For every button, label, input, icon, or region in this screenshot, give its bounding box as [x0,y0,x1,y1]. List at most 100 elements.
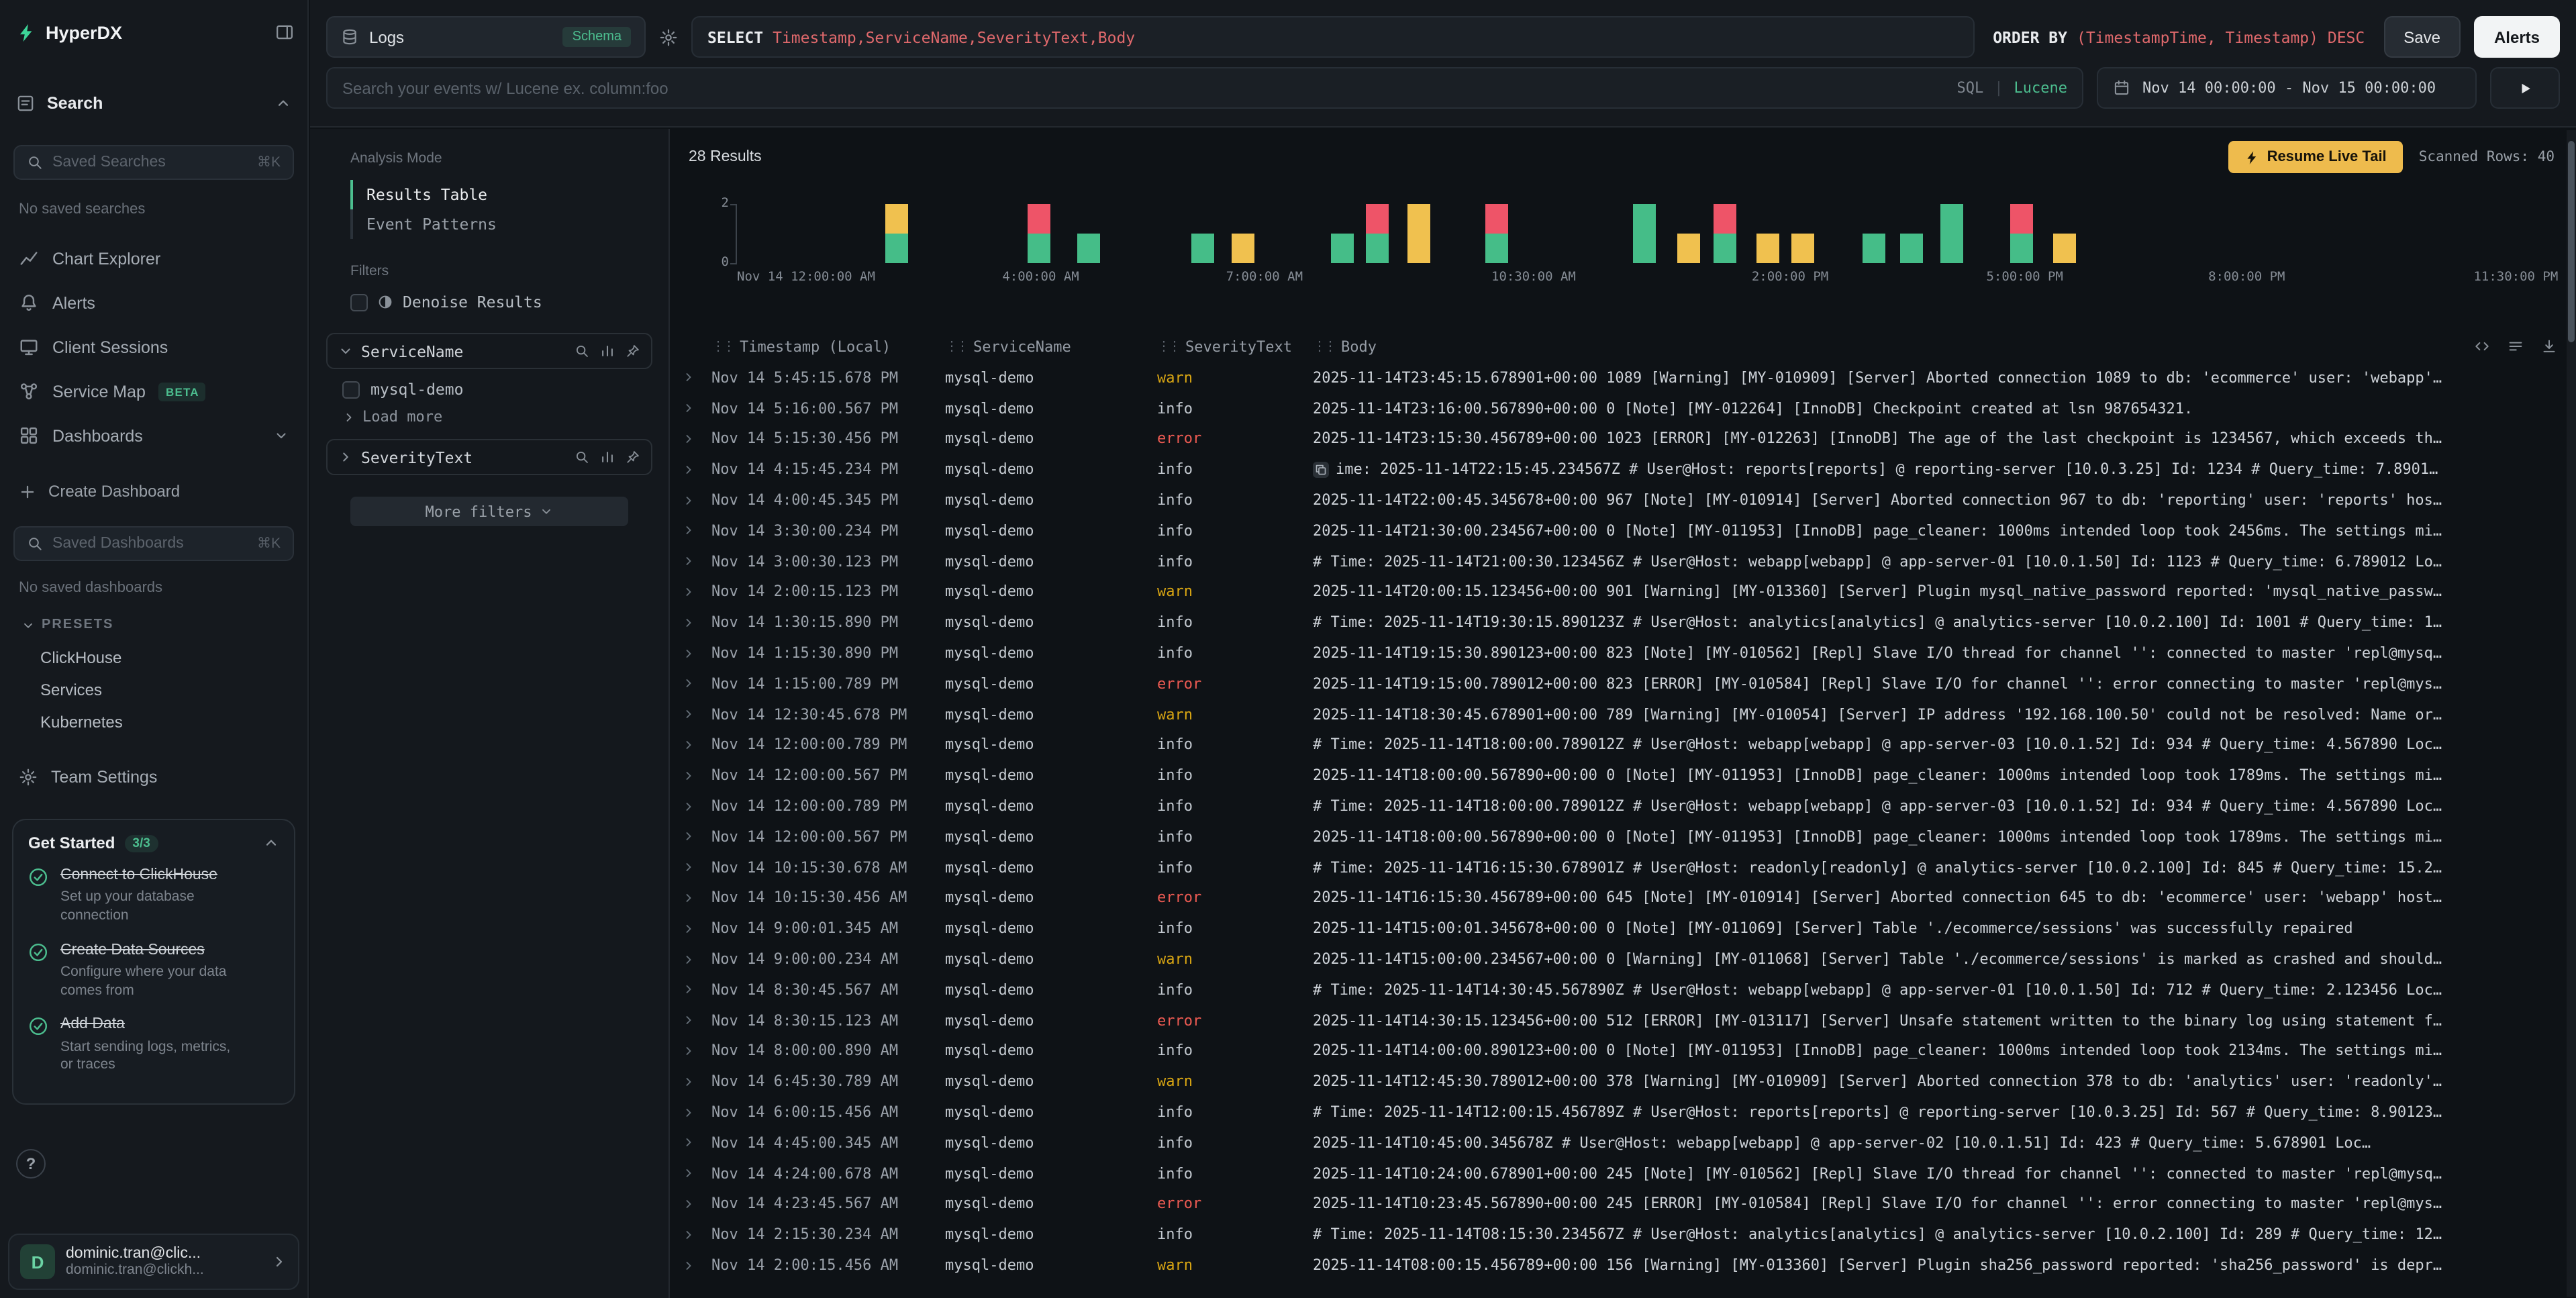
get-started-item-add-data[interactable]: Add DataStart sending logs, metrics, or … [28,1015,279,1075]
table-row[interactable]: Nov 14 12:30:45.678 PMmysql-demowarn2025… [671,699,2565,730]
row-expand-icon[interactable] [682,463,695,477]
table-row[interactable]: Nov 14 5:16:00.567 PMmysql-demoinfo2025-… [671,393,2565,424]
sidebar-item-chart-explorer[interactable]: Chart Explorer [5,236,302,281]
mode-sql-toggle[interactable]: SQL [1957,79,1984,97]
source-select[interactable]: Logs Schema [326,16,646,58]
table-row[interactable]: Nov 14 10:15:30.678 AMmysql-demoinfo# Ti… [671,852,2565,883]
search-input[interactable]: Search your events w/ Lucene ex. column:… [326,67,2083,109]
table-row[interactable]: Nov 14 4:45:00.345 AMmysql-demoinfo2025-… [671,1128,2565,1158]
table-row[interactable]: Nov 14 8:30:15.123 AMmysql-demoerror2025… [671,1005,2565,1036]
chart-bar[interactable] [1191,204,1214,263]
row-expand-icon[interactable] [682,952,695,966]
chart-bar[interactable] [1940,204,1963,263]
row-expand-icon[interactable] [682,983,695,997]
row-expand-icon[interactable] [682,799,695,813]
sidebar-item-clickhouse[interactable]: ClickHouse [0,642,307,674]
row-expand-icon[interactable] [682,1197,695,1211]
get-started-item-connect-to-clickhouse[interactable]: Connect to ClickHouseSet up your databas… [28,866,279,926]
get-started-header[interactable]: Get Started 3/3 [28,834,279,852]
table-row[interactable]: Nov 14 6:00:15.456 AMmysql-demoinfo# Tim… [671,1097,2565,1128]
table-row[interactable]: Nov 14 6:45:30.789 AMmysql-demowarn2025-… [671,1066,2565,1097]
chart-bar[interactable] [1863,204,1885,263]
table-row[interactable]: Nov 14 12:00:00.789 PMmysql-demoinfo# Ti… [671,791,2565,821]
row-expand-icon[interactable] [682,860,695,874]
table-row[interactable]: Nov 14 1:30:15.890 PMmysql-demoinfo# Tim… [671,607,2565,638]
table-row[interactable]: Nov 14 1:15:30.890 PMmysql-demoinfo2025-… [671,638,2565,668]
more-filters-button[interactable]: More filters [350,497,628,526]
list-icon[interactable] [2508,338,2524,354]
search-icon[interactable] [575,450,589,464]
table-row[interactable]: Nov 14 12:00:00.789 PMmysql-demoinfo# Ti… [671,730,2565,760]
chevron-up-icon[interactable] [275,95,291,111]
table-row[interactable]: Nov 14 4:15:45.234 PMmysql-demoinfoime: … [671,454,2565,485]
table-row[interactable]: Nov 14 9:00:00.234 AMmysql-demowarn2025-… [671,944,2565,975]
sidebar-item-dashboards[interactable]: Dashboards [5,413,302,458]
chart-bar[interactable] [1714,204,1736,263]
row-expand-icon[interactable] [682,677,695,691]
table-row[interactable]: Nov 14 2:00:15.456 AMmysql-demowarn2025-… [671,1250,2565,1281]
sidebar-item-kubernetes[interactable]: Kubernetes [0,706,307,738]
table-row[interactable]: Nov 14 4:24:00.678 AMmysql-demoinfo2025-… [671,1158,2565,1189]
table-row[interactable]: Nov 14 5:15:30.456 PMmysql-demoerror2025… [671,423,2565,454]
date-range-picker[interactable]: Nov 14 00:00:00 - Nov 15 00:00:00 [2097,67,2477,109]
chevron-up-icon[interactable] [263,835,279,851]
select-clause-input[interactable]: SELECT Timestamp,ServiceName,SeverityTex… [691,16,1974,58]
checkbox[interactable] [342,381,360,398]
row-expand-icon[interactable] [682,371,695,385]
chart-bar[interactable] [1791,204,1814,263]
get-started-item-create-data-sources[interactable]: Create Data SourcesConfigure where your … [28,940,279,1000]
table-row[interactable]: Nov 14 10:15:30.456 AMmysql-demoerror202… [671,883,2565,913]
bar-chart-icon[interactable] [600,344,615,358]
pin-icon[interactable] [626,450,640,464]
mode-results-table[interactable]: Results Table [350,180,652,209]
sidebar-item-client-sessions[interactable]: Client Sessions [5,325,302,369]
sidebar-item-service-map[interactable]: Service MapBETA [5,369,302,413]
saved-searches-input[interactable]: Saved Searches ⌘K [13,145,294,180]
alerts-button[interactable]: Alerts [2474,16,2560,58]
chart-bar[interactable] [1077,204,1099,263]
table-row[interactable]: Nov 14 3:00:30.123 PMmysql-demoinfo# Tim… [671,546,2565,577]
chart-bar[interactable] [2053,204,2076,263]
chart-bar[interactable] [1757,204,1780,263]
table-row[interactable]: Nov 14 5:45:15.678 PMmysql-demowarn2025-… [671,362,2565,393]
column-header-servicename[interactable]: ⋮⋮ServiceName [945,338,1157,355]
filter-group-header[interactable]: ServiceName [326,333,652,369]
table-row[interactable]: Nov 14 1:15:00.789 PMmysql-demoerror2025… [671,668,2565,699]
collapse-sidebar-icon[interactable] [275,23,294,42]
download-icon[interactable] [2541,338,2557,354]
row-expand-icon[interactable] [682,921,695,935]
table-row[interactable]: Nov 14 8:30:45.567 AMmysql-demoinfo# Tim… [671,975,2565,1005]
row-expand-icon[interactable] [682,1044,695,1058]
bar-chart-icon[interactable] [600,450,615,464]
order-by-clause[interactable]: ORDER BY (TimestampTime, Timestamp) DESC [1987,16,2370,58]
chart-bar[interactable] [1901,204,1924,263]
chart-plot[interactable]: 20Nov 14 12:00:00 AM4:00:00 AM7:00:00 AM… [736,204,2556,263]
table-row[interactable]: Nov 14 8:00:00.890 AMmysql-demoinfo2025-… [671,1036,2565,1066]
help-button[interactable]: ? [16,1149,46,1179]
chart-bar[interactable] [1028,204,1050,263]
chevron-right-icon[interactable] [338,450,353,464]
chart-bar[interactable] [1407,204,1430,263]
mode-lucene-toggle[interactable]: Lucene [2014,79,2068,97]
table-row[interactable]: Nov 14 3:30:00.234 PMmysql-demoinfo2025-… [671,515,2565,546]
sidebar-item-services[interactable]: Services [0,674,307,706]
search-icon[interactable] [575,344,589,358]
copy-icon[interactable] [1313,462,1329,479]
row-expand-icon[interactable] [682,830,695,844]
denoise-results-checkbox[interactable]: Denoise Results [350,293,652,311]
row-expand-icon[interactable] [682,554,695,568]
presets-toggle[interactable]: PRESETS [21,617,113,632]
sidebar-item-alerts[interactable]: Alerts [5,281,302,325]
row-expand-icon[interactable] [682,432,695,446]
chart-bar[interactable] [2010,204,2032,263]
table-row[interactable]: Nov 14 12:00:00.567 PMmysql-demoinfo2025… [671,760,2565,791]
row-expand-icon[interactable] [682,1166,695,1180]
row-expand-icon[interactable] [682,769,695,783]
save-button[interactable]: Save [2383,16,2461,58]
row-expand-icon[interactable] [682,1075,695,1088]
chart-bar[interactable] [1486,204,1509,263]
scrollbar-thumb[interactable] [2568,141,2575,342]
row-expand-icon[interactable] [682,1105,695,1119]
row-expand-icon[interactable] [682,646,695,660]
chart-bar[interactable] [1366,204,1389,263]
